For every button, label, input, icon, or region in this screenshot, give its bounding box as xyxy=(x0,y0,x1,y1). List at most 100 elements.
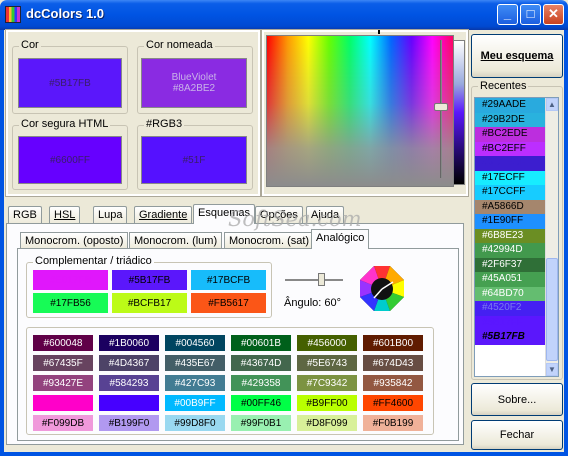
analogico-chip[interactable]: #004560 xyxy=(165,335,225,351)
fechar-button[interactable]: Fechar xyxy=(471,420,563,450)
tab-ajuda[interactable]: Ajuda xyxy=(306,206,345,224)
tab-rgb[interactable]: RGB xyxy=(8,206,42,224)
analogico-chip[interactable]: #F099DB xyxy=(33,415,93,431)
tab-lupa[interactable]: Lupa xyxy=(93,206,128,224)
analogico-chip[interactable]: #FF4600 xyxy=(363,395,423,411)
recent-color-item[interactable]: #64BD70 xyxy=(475,286,547,301)
subtab-monocrom-oposto[interactable]: Monocrom. (oposto) xyxy=(20,232,129,249)
analogico-chip[interactable]: #456000 xyxy=(297,335,357,351)
color-wheel-icon[interactable] xyxy=(357,264,407,314)
recent-color-item[interactable]: #6B8E23 xyxy=(475,228,547,243)
rgb3-hex: #51F xyxy=(182,154,206,166)
cor-nomeada-hex: #8A2BE2 xyxy=(172,83,216,94)
complementar-chip[interactable]: #FB5617 xyxy=(191,293,266,313)
analogico-chip[interactable]: #FF00C9 xyxy=(33,395,93,411)
spectrum-cursor[interactable] xyxy=(378,30,380,34)
analogico-chip[interactable]: #B9FF00 xyxy=(297,395,357,411)
cor-segura-swatch[interactable]: #6600FF xyxy=(18,136,122,184)
recent-color-item[interactable]: #29AADE xyxy=(475,98,547,113)
analogico-chip[interactable]: #1B0060 xyxy=(99,335,159,351)
complementar-chip[interactable]: #BCFB17 xyxy=(112,293,187,313)
analogico-chip[interactable]: #00601B xyxy=(231,335,291,351)
cor-hex: #5B17FB xyxy=(49,77,91,89)
complementar-chip[interactable]: #5B17FB xyxy=(112,270,187,290)
complementar-chip[interactable]: #17BCFB xyxy=(191,270,266,290)
recent-color-item[interactable]: #BC2EFF xyxy=(475,141,547,156)
luminance-bar[interactable] xyxy=(453,40,465,185)
close-button[interactable]: ✕ xyxy=(543,4,564,25)
recent-color-item[interactable]: #4520F2 xyxy=(475,301,547,316)
recentes-list[interactable]: #29AADE #29B2DE #BC2EDE #BC2EFF #3C1ECF #17EC… xyxy=(474,97,559,377)
scroll-down-arrow-icon[interactable]: ▼ xyxy=(546,363,558,376)
analogico-chip[interactable]: #F0B199 xyxy=(363,415,423,431)
analogico-chip[interactable]: #5E6743 xyxy=(297,355,357,371)
complementar-chip[interactable]: #17FB56 xyxy=(33,293,108,313)
recent-color-item[interactable]: #29B2DE xyxy=(475,112,547,127)
analogico-chip[interactable]: #00FF46 xyxy=(231,395,291,411)
cor-segura-hex: #6600FF xyxy=(49,154,91,166)
title-bar[interactable]: dcColors 1.0 _ □ ✕ xyxy=(0,0,568,30)
recent-color-item[interactable]: #BC2EDE xyxy=(475,127,547,142)
recent-color-item[interactable]: #2F6F37 xyxy=(475,257,547,272)
scrollbar-thumb[interactable] xyxy=(546,258,558,361)
analogico-chip[interactable]: #674D43 xyxy=(363,355,423,371)
tab-esquemas[interactable]: Esquemas xyxy=(193,204,255,224)
subtab-monocrom-sat[interactable]: Monocrom. (sat) xyxy=(224,232,315,249)
analogico-chip[interactable]: #99F0B1 xyxy=(231,415,291,431)
app-icon xyxy=(5,6,21,23)
analogico-chip[interactable]: #00B9FF xyxy=(165,395,225,411)
tab-hsl[interactable]: HSL xyxy=(49,206,81,224)
analogico-chip[interactable]: #601B00 xyxy=(363,335,423,351)
recent-color-item[interactable]: #A5866D xyxy=(475,199,547,214)
complementar-label: Complementar / triádico xyxy=(33,255,154,267)
subtab-analogico[interactable]: Analógico xyxy=(311,229,370,249)
tab-opcoes[interactable]: Opções xyxy=(255,206,303,224)
cor-swatch[interactable]: #5B17FB xyxy=(18,58,122,108)
angle-slider-track[interactable] xyxy=(285,279,343,281)
recent-color-item[interactable]: #17CCFF xyxy=(475,185,547,200)
recent-color-item[interactable]: #5B17FF xyxy=(475,315,547,330)
cor-nomeada-swatch[interactable]: BlueViolet #8A2BE2 xyxy=(141,58,247,108)
tab-gradiente[interactable]: Gradiente xyxy=(134,206,193,224)
maximize-button[interactable]: □ xyxy=(520,4,541,25)
meu-esquema-button[interactable]: Meu esquema xyxy=(471,34,563,78)
analogico-chip[interactable]: #D8F099 xyxy=(297,415,357,431)
analogico-chip[interactable]: #67435F xyxy=(33,355,93,371)
cor-label: Cor xyxy=(19,39,41,51)
recentes-label: Recentes xyxy=(478,80,529,92)
analogico-chip[interactable]: #43674D xyxy=(231,355,291,371)
analogico-chip[interactable]: #93427E xyxy=(33,375,93,391)
analogico-chip[interactable]: #4D4367 xyxy=(99,355,159,371)
analogico-chip[interactable]: #600048 xyxy=(33,335,93,351)
analogico-chip[interactable]: #B199F0 xyxy=(99,415,159,431)
analogico-chip[interactable]: #429358 xyxy=(231,375,291,391)
recent-color-item[interactable]: #17ECFF xyxy=(475,170,547,185)
rgb3-swatch[interactable]: #51F xyxy=(141,136,247,184)
color-spectrum[interactable] xyxy=(266,35,454,187)
analogico-chip[interactable]: #99D8F0 xyxy=(165,415,225,431)
recent-color-item[interactable]: #5B17FB xyxy=(475,330,547,345)
sobre-button[interactable]: Sobre... xyxy=(471,383,563,416)
recent-color-item[interactable]: #45A051 xyxy=(475,272,547,287)
cor-nomeada-label: Cor nomeada xyxy=(144,39,215,51)
analogico-chip[interactable]: #427C93 xyxy=(165,375,225,391)
analogico-chip[interactable]: #584293 xyxy=(99,375,159,391)
angle-label: Ângulo: 60° xyxy=(284,297,341,309)
window-title: dcColors 1.0 xyxy=(26,6,105,21)
recentes-scrollbar[interactable]: ▲ ▼ xyxy=(545,98,558,376)
analogico-chip[interactable]: #935842 xyxy=(363,375,423,391)
cor-segura-label: Cor segura HTML xyxy=(19,118,111,130)
analogico-chip[interactable]: #435E67 xyxy=(165,355,225,371)
minimize-button[interactable]: _ xyxy=(497,4,518,25)
recent-color-item[interactable]: #3C1ECF xyxy=(475,156,547,171)
recent-color-item[interactable]: #42994D xyxy=(475,243,547,258)
rgb3-label: #RGB3 xyxy=(144,118,185,130)
luminance-slider-thumb[interactable] xyxy=(434,103,448,111)
complementar-chip[interactable]: #E017FB xyxy=(33,270,108,290)
recent-color-item[interactable]: #1E90FF xyxy=(475,214,547,229)
scroll-up-arrow-icon[interactable]: ▲ xyxy=(546,98,558,111)
subtab-monocrom-lum[interactable]: Monocrom. (lum) xyxy=(129,232,223,249)
analogico-chip[interactable]: #4600FF xyxy=(99,395,159,411)
analogico-chip[interactable]: #7C9342 xyxy=(297,375,357,391)
angle-slider-thumb[interactable] xyxy=(318,273,325,286)
